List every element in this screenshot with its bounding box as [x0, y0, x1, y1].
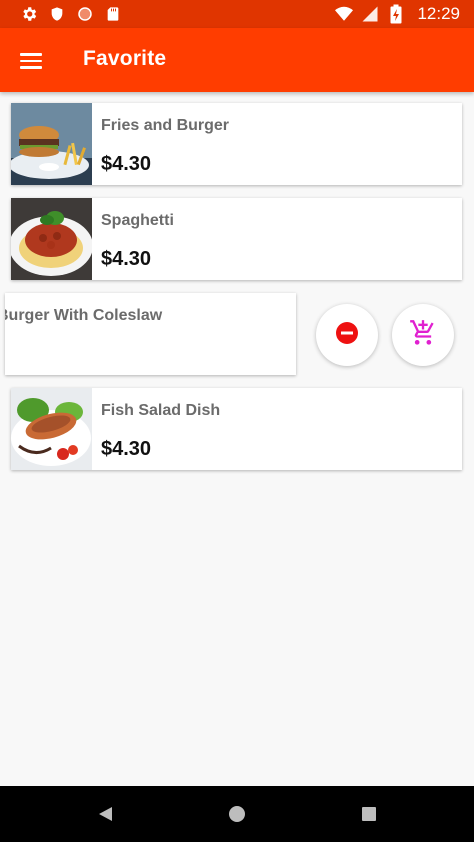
settings-icon [20, 5, 38, 23]
circle-icon [76, 5, 94, 23]
favorite-item[interactable]: Fries and Burger $4.30 [11, 103, 462, 185]
favorite-item[interactable]: Fish Salad Dish $4.30 [11, 388, 462, 470]
system-navigation-bar [0, 786, 474, 842]
clock: 12:29 [417, 4, 460, 23]
item-price: $4.30 [101, 153, 152, 175]
recents-icon[interactable] [359, 804, 379, 824]
item-price: $4.30 [101, 438, 152, 460]
wifi-icon [335, 5, 354, 23]
sd-card-icon [104, 5, 122, 23]
item-name: Burger With Coleslaw [5, 307, 163, 324]
status-bar: 12:29 [0, 0, 474, 28]
item-name: Spaghetti [101, 212, 174, 229]
favorite-item-swiped[interactable]: Burger With Coleslaw [5, 293, 296, 375]
remove-favorite-button[interactable] [316, 304, 378, 366]
app-bar: Favorite [0, 28, 474, 92]
shield-icon [48, 5, 66, 23]
add-to-cart-button[interactable] [392, 304, 454, 366]
item-image [11, 103, 92, 185]
home-icon[interactable] [227, 804, 247, 824]
hamburger-menu-icon[interactable] [20, 49, 44, 71]
back-icon[interactable] [96, 804, 116, 824]
signal-icon [361, 5, 379, 23]
battery-charging-icon [387, 4, 405, 24]
favorite-item[interactable]: Spaghetti $4.30 [11, 198, 462, 280]
item-name: Fish Salad Dish [101, 402, 221, 419]
item-image [11, 198, 92, 280]
item-name: Fries and Burger [101, 117, 230, 134]
item-image [11, 388, 92, 470]
add-shopping-cart-icon [409, 319, 437, 352]
remove-circle-icon [335, 321, 359, 350]
item-price: $4.30 [101, 248, 152, 270]
page-title: Favorite [83, 47, 167, 70]
